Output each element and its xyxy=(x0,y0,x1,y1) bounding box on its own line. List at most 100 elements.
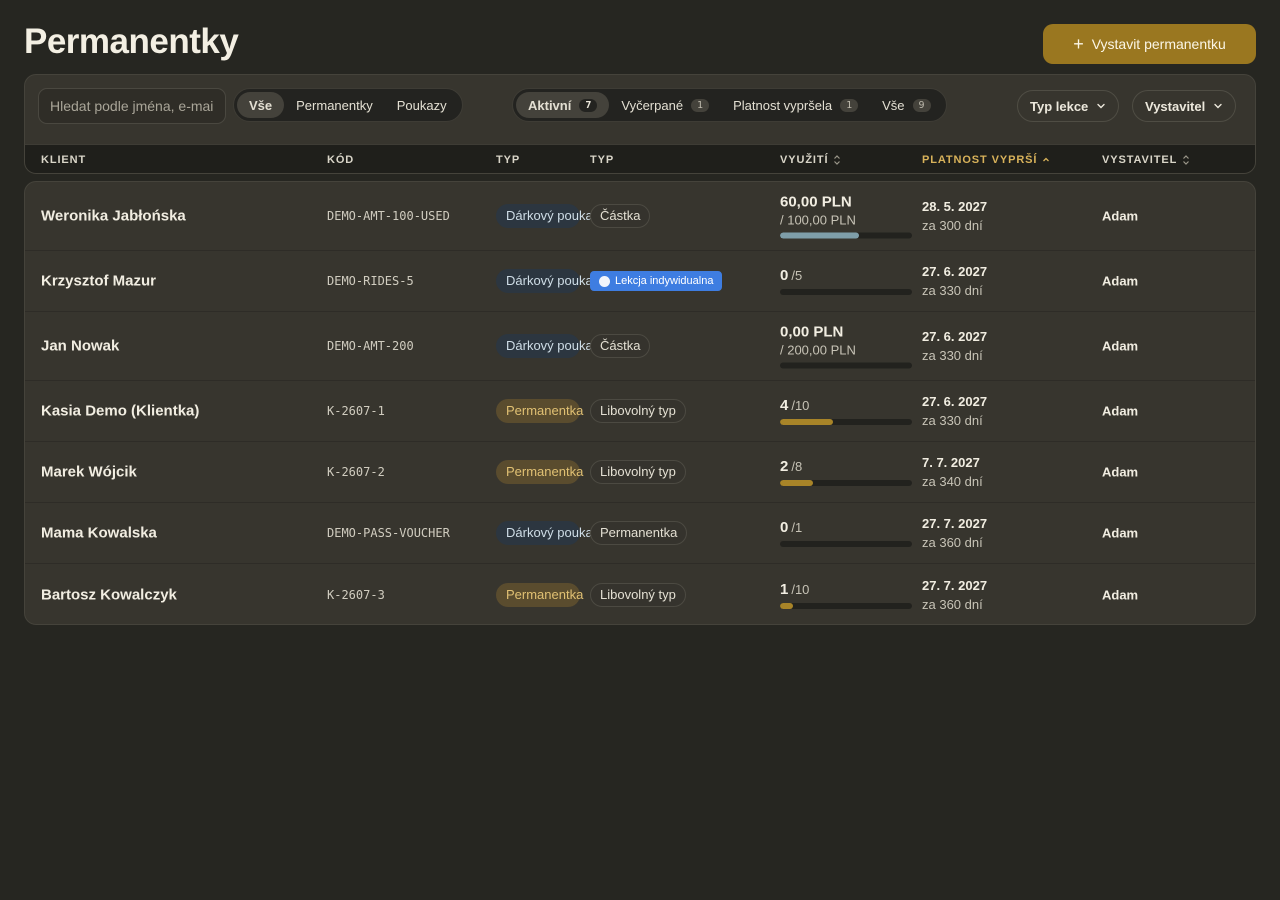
expiry-date: 27. 7. 2027 xyxy=(922,516,988,531)
usage-used: 1 xyxy=(780,580,789,598)
expiry-date: 27. 6. 2027 xyxy=(922,264,988,279)
expiry-relative: za 300 dní xyxy=(922,218,983,233)
lesson-type-dropdown[interactable]: Typ lekce xyxy=(1017,90,1120,122)
kind-tab[interactable]: Permanentky xyxy=(284,92,385,118)
issuer-name: Adam xyxy=(1102,338,1139,354)
status-tab[interactable]: Vyčerpané 1 xyxy=(609,92,721,118)
lesson-type-badge: Částka xyxy=(590,334,651,358)
lesson-type-label: Lekcja indywidualna xyxy=(615,275,714,287)
usage-progress-bar xyxy=(780,419,912,425)
expiry-cell: 27. 6. 2027 za 330 dní xyxy=(922,264,987,298)
lesson-type-badge: Částka xyxy=(590,204,651,228)
usage-progress-bar xyxy=(780,480,912,486)
lesson-type-badge: Permanentka xyxy=(590,521,688,545)
kind-tab-label: Permanentky xyxy=(296,97,373,113)
kind-tab[interactable]: Vše xyxy=(237,92,285,118)
usage-total: / 100,00 PLN xyxy=(780,212,856,228)
status-filter-tabs: Aktivní 7 Vyčerpané 1 Platnost vypršela 1 Vše 9 xyxy=(512,88,947,122)
create-pass-button-label: Vystavit permanentku xyxy=(1091,36,1226,52)
usage-used: 0 xyxy=(780,267,789,284)
issuer-dropdown[interactable]: Vystavitel xyxy=(1132,90,1237,122)
column-header-client: KLIENT xyxy=(41,154,87,166)
pass-code: DEMO-AMT-100-USED xyxy=(327,209,450,223)
column-header-expiry[interactable]: PLATNOST VYPRŠÍ xyxy=(922,154,1050,166)
expiry-relative: za 330 dní xyxy=(922,413,983,428)
column-header-lesson-type: TYP xyxy=(590,154,615,166)
lesson-type-label: Permanentka xyxy=(600,525,678,540)
status-tab[interactable]: Vše 9 xyxy=(870,92,942,118)
filter-panel: Vše Permanentky Poukazy Aktivní 7 Vyčerpané 1… xyxy=(24,74,1256,174)
column-header-type: TYP xyxy=(496,154,521,166)
usage-cell: 0,00 PLN/ 200,00 PLN xyxy=(780,324,912,369)
usage-limit: /5 xyxy=(791,268,803,283)
type-badge: Dárkový poukaz xyxy=(496,334,599,358)
type-badge: Permanentka xyxy=(496,582,583,607)
usage-progress-fill xyxy=(780,419,833,425)
table-row[interactable]: Mama Kowalska DEMO-PASS-VOUCHER Dárkový po… xyxy=(25,503,1255,564)
usage-used: 4 xyxy=(780,397,789,414)
count-badge: 1 xyxy=(840,98,859,112)
status-tab[interactable]: Platnost vypršela 1 xyxy=(721,92,870,118)
table-row[interactable]: Bartosz Kowalczyk K-2607-3 Permanentka Libo… xyxy=(25,564,1255,624)
usage-value: 1/10 xyxy=(780,581,912,598)
usage-progress-fill xyxy=(780,232,860,239)
usage-value: 2/8 xyxy=(780,458,912,475)
table-row[interactable]: Jan Nowak DEMO-AMT-200 Dárkový poukaz Částk… xyxy=(25,312,1255,381)
expiry-relative: za 340 dní xyxy=(922,474,983,489)
lesson-type-label: Libovolný typ xyxy=(600,586,676,602)
sort-icon xyxy=(1183,155,1190,165)
issuer-name: Adam xyxy=(1102,208,1139,224)
usage-progress-bar xyxy=(780,232,912,239)
expiry-relative: za 360 dní xyxy=(922,535,983,550)
type-badge: Dárkový poukaz xyxy=(496,521,599,545)
expiry-date: 7. 7. 2027 xyxy=(922,455,980,470)
table-row[interactable]: Marek Wójcik K-2607-2 Permanentka Libovolný… xyxy=(25,442,1255,503)
pass-code: DEMO-AMT-200 xyxy=(327,339,414,353)
expiry-date: 27. 6. 2027 xyxy=(922,394,988,409)
issuer-name: Adam xyxy=(1102,273,1139,289)
kind-tab-label: Vše xyxy=(249,97,273,113)
table-row[interactable]: Krzysztof Mazur DEMO-RIDES-5 Dárkový pouka… xyxy=(25,251,1255,312)
search-input[interactable] xyxy=(38,88,226,124)
usage-limit: /1 xyxy=(791,520,803,535)
table-row[interactable]: Kasia Demo (Klientka) K-2607-1 Permanentka… xyxy=(25,381,1255,442)
lesson-type-label: Částka xyxy=(600,208,641,223)
usage-progress-fill xyxy=(780,480,813,486)
expiry-relative: za 330 dní xyxy=(922,283,983,298)
usage-limit: /8 xyxy=(791,459,803,474)
kind-tab-label: Poukazy xyxy=(396,97,447,113)
lesson-type-label: Částka xyxy=(600,338,641,353)
kind-filter-tabs: Vše Permanentky Poukazy xyxy=(233,88,463,122)
lesson-type-dropdown-label: Typ lekce xyxy=(1030,98,1089,114)
usage-value: 0,00 PLN xyxy=(780,324,912,341)
expiry-cell: 27. 7. 2027 za 360 dní xyxy=(922,578,987,612)
lesson-type-label: Libovolný typ xyxy=(600,403,676,418)
client-name: Weronika Jabłońska xyxy=(41,207,186,225)
table-header: KLIENT KÓD TYP TYP VYUŽITÍ PLATNOST VYPR… xyxy=(25,144,1255,173)
expiry-cell: 28. 5. 2027 za 300 dní xyxy=(922,199,987,233)
kind-tab[interactable]: Poukazy xyxy=(385,92,459,118)
lesson-type-badge: Libovolný typ xyxy=(590,582,686,607)
status-tab-label: Platnost vypršela xyxy=(733,97,833,113)
expiry-date: 28. 5. 2027 xyxy=(922,199,988,214)
page-title: Permanentky xyxy=(24,22,239,61)
column-header-issuer[interactable]: VYSTAVITEL xyxy=(1102,154,1190,166)
plus-icon: + xyxy=(1073,34,1084,54)
client-name: Mama Kowalska xyxy=(41,524,157,542)
type-badge: Permanentka xyxy=(496,460,583,484)
usage-value: 0/5 xyxy=(780,267,912,284)
client-name: Kasia Demo (Klientka) xyxy=(41,402,200,420)
expiry-cell: 7. 7. 2027 za 340 dní xyxy=(922,455,983,489)
column-header-usage[interactable]: VYUŽITÍ xyxy=(780,154,841,166)
expiry-date: 27. 7. 2027 xyxy=(922,577,988,593)
usage-limit: /10 xyxy=(791,398,810,413)
usage-limit: /10 xyxy=(791,581,810,597)
type-badge: Dárkový poukaz xyxy=(496,269,599,293)
expiry-cell: 27. 6. 2027 za 330 dní xyxy=(922,329,987,363)
table-row[interactable]: Weronika Jabłońska DEMO-AMT-100-USED Dárko… xyxy=(25,182,1255,251)
issuer-name: Adam xyxy=(1102,587,1139,602)
usage-progress-bar xyxy=(780,541,912,547)
type-badge: Dárkový poukaz xyxy=(496,204,599,228)
status-tab[interactable]: Aktivní 7 xyxy=(516,92,610,118)
create-pass-button[interactable]: + Vystavit permanentku xyxy=(1043,24,1256,64)
